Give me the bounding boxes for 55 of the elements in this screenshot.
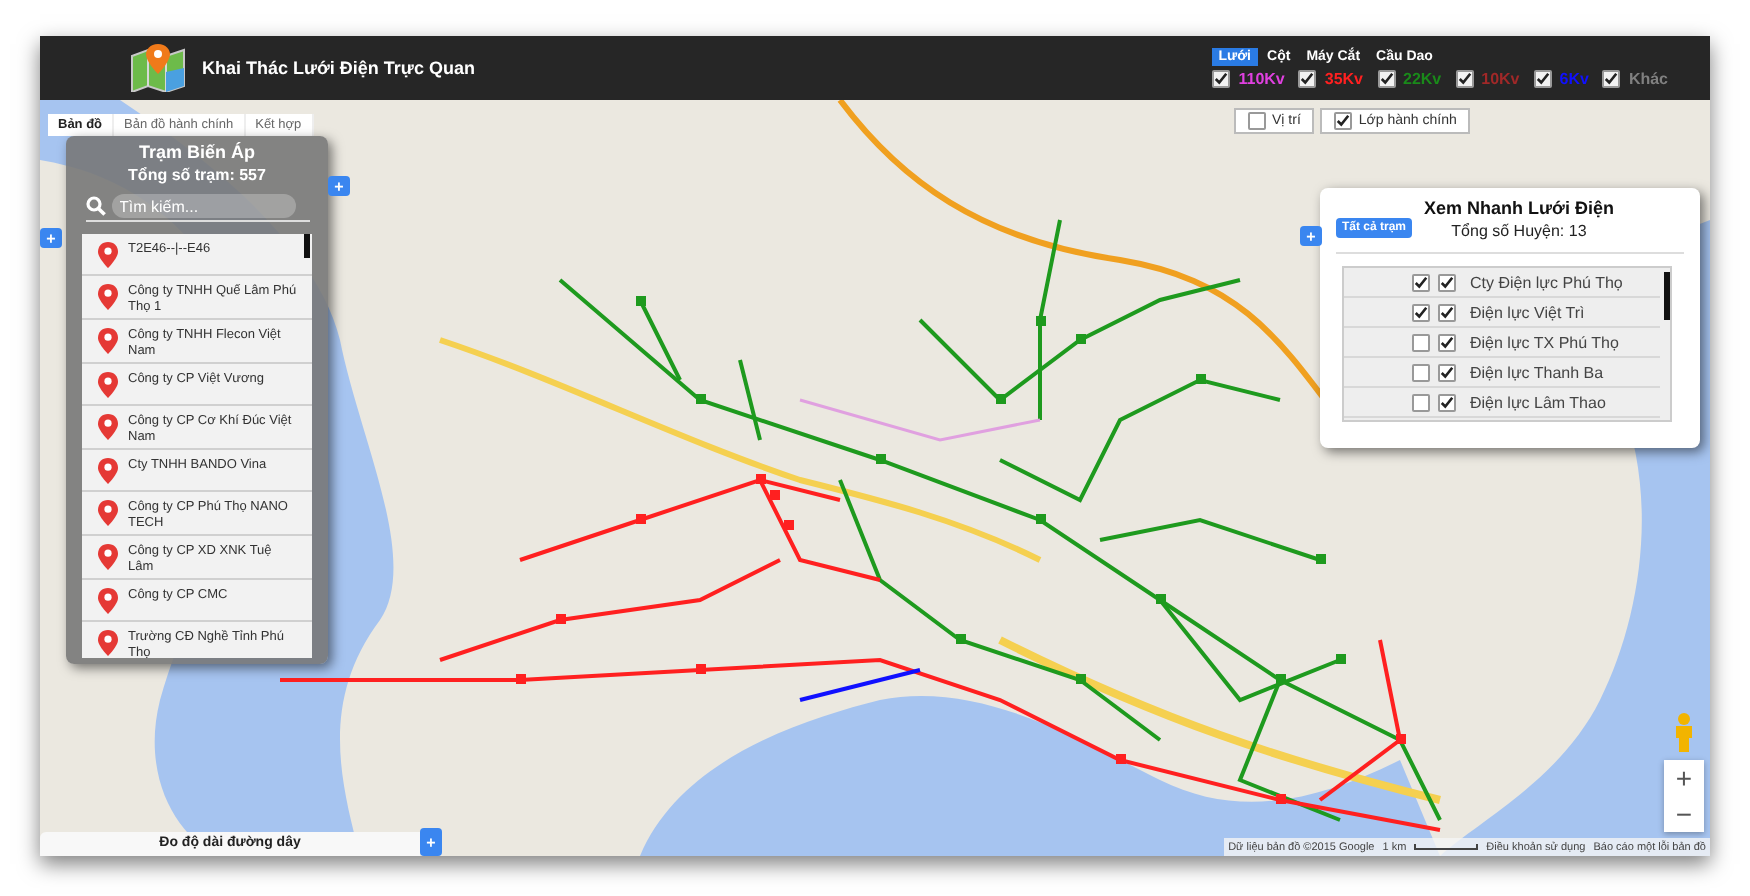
- checkbox[interactable]: [1438, 303, 1456, 321]
- checkbox[interactable]: [1412, 333, 1430, 351]
- checkbox[interactable]: [1412, 303, 1430, 321]
- checkbox[interactable]: [1298, 70, 1317, 88]
- map-pin-icon: [98, 588, 118, 614]
- voltage-label: Khác: [1628, 70, 1668, 88]
- scrollbar: [1664, 272, 1670, 320]
- map-pin-icon: [98, 372, 118, 398]
- checkbox[interactable]: [1455, 70, 1474, 88]
- expand-button[interactable]: +: [420, 828, 442, 856]
- unit-item[interactable]: Cty Điện lực Phú Thọ: [1344, 268, 1660, 298]
- map-pin-icon: [98, 284, 118, 310]
- zoom-out-button[interactable]: −: [1664, 796, 1704, 832]
- checkbox[interactable]: [1377, 70, 1395, 88]
- voltage-label: 35Kv: [1324, 70, 1363, 88]
- unit-item[interactable]: Điện lực TX Phú Thọ: [1344, 328, 1660, 358]
- map-pin-icon: [98, 414, 118, 440]
- checkbox[interactable]: [1438, 363, 1456, 381]
- district-count: Tổng số Huyện: 13: [1451, 222, 1587, 240]
- voltage-label: 22Kv: [1403, 70, 1442, 88]
- scrollbar: [304, 234, 310, 258]
- search-icon: [85, 196, 105, 216]
- map-pin-icon: [98, 242, 118, 268]
- map-pin-icon: [98, 544, 118, 570]
- expand-button[interactable]: +: [40, 228, 62, 248]
- checkbox[interactable]: [1438, 273, 1456, 291]
- unit-item[interactable]: Điện lực Thanh Ba: [1344, 358, 1660, 388]
- station-count: Tổng số trạm: 557: [128, 166, 266, 184]
- map-pin-icon: [98, 328, 118, 354]
- expand-button[interactable]: +: [1300, 226, 1322, 246]
- voltage-label: 10Kv: [1481, 70, 1520, 88]
- panel-title: Trạm Biến Áp: [138, 142, 255, 162]
- app-title: Khai Thác Lưới Điện Trực Quan: [202, 58, 475, 78]
- checkbox[interactable]: [1412, 393, 1430, 411]
- checkbox[interactable]: [1212, 70, 1231, 88]
- map-pin-icon: [98, 500, 118, 526]
- checkbox[interactable]: [1334, 112, 1353, 130]
- panel-title: Xem Nhanh Lưới Điện: [1424, 198, 1614, 218]
- unit-item[interactable]: Điện lực Việt Trì: [1344, 298, 1660, 328]
- checkbox[interactable]: [1248, 112, 1266, 130]
- checkbox[interactable]: [1602, 70, 1621, 88]
- checkbox[interactable]: [1438, 393, 1456, 411]
- checkbox[interactable]: [1438, 333, 1456, 351]
- map-pin-icon: [98, 458, 118, 484]
- zoom-in-button[interactable]: +: [1664, 760, 1704, 796]
- map-pin-icon: [98, 630, 118, 656]
- voltage-label: 110Kv: [1238, 70, 1285, 88]
- map-pin-icon: [130, 44, 186, 92]
- voltage-label: 6Kv: [1559, 70, 1589, 88]
- unit-item[interactable]: Điện lực Lâm Thao: [1344, 388, 1660, 418]
- scale-bar: [1414, 844, 1479, 850]
- checkbox[interactable]: [1412, 363, 1430, 381]
- checkbox[interactable]: [1412, 273, 1430, 291]
- expand-button[interactable]: +: [328, 176, 350, 196]
- checkbox[interactable]: [1533, 70, 1552, 88]
